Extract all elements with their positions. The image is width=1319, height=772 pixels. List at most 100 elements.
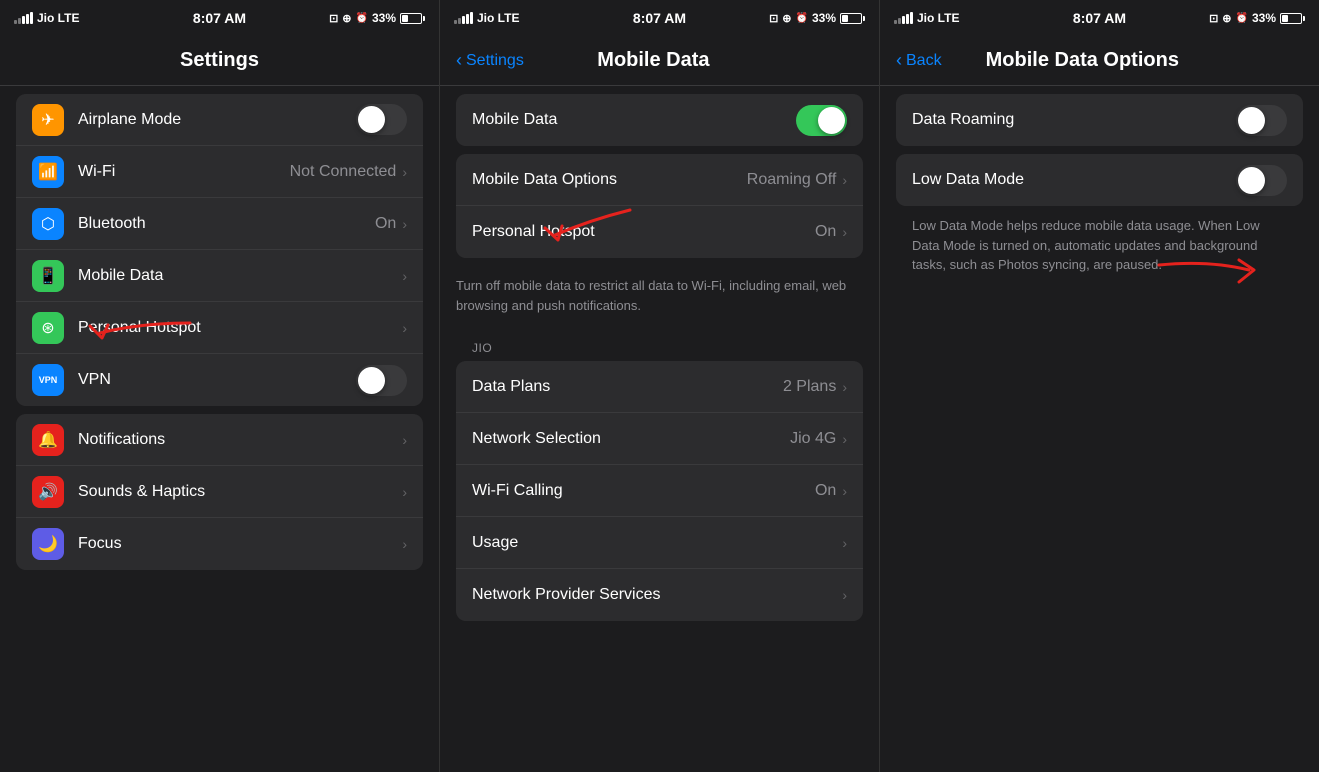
item-value: Jio 4G — [790, 430, 836, 448]
section-group: Data Roaming — [880, 86, 1319, 154]
back-arrow-icon: ‹ — [896, 50, 902, 71]
settings-content: Data Roaming Low Data ModeLow Data Mode h… — [880, 86, 1319, 772]
notification-icon: 🔔 — [32, 424, 64, 456]
page-title: Mobile Data — [524, 49, 783, 72]
vpn-icon: VPN — [32, 364, 64, 396]
section-group: Low Data ModeLow Data Mode helps reduce … — [880, 154, 1319, 297]
list-item[interactable]: Personal HotspotOn› — [456, 206, 863, 258]
toggle-switch[interactable] — [1236, 105, 1287, 136]
status-time: 8:07 AM — [633, 10, 686, 26]
list-item[interactable]: Data Plans2 Plans› — [456, 361, 863, 413]
toggle-switch[interactable] — [796, 105, 847, 136]
chevron-right-icon: › — [842, 587, 847, 603]
back-button[interactable]: ‹Settings — [456, 50, 524, 71]
status-bar: Jio LTE8:07 AM⊡⊕⏰33% — [0, 0, 439, 36]
toggle-switch[interactable] — [356, 365, 407, 396]
page-title: Settings — [96, 49, 343, 72]
description-text: Low Data Mode helps reduce mobile data u… — [896, 206, 1303, 289]
list-item[interactable]: Network Provider Services› — [456, 569, 863, 621]
item-label: Personal Hotspot — [78, 319, 402, 337]
item-label: Focus — [78, 535, 402, 553]
item-group: Mobile Data OptionsRoaming Off›Personal … — [456, 154, 863, 258]
list-item[interactable]: Mobile Data — [456, 94, 863, 146]
item-label: Mobile Data — [472, 111, 796, 129]
car-icon: ⊡ — [769, 12, 778, 25]
list-item[interactable]: Wi-Fi CallingOn › — [456, 465, 863, 517]
chevron-right-icon: › — [842, 535, 847, 551]
section-group: Mobile Data OptionsRoaming Off›Personal … — [440, 154, 879, 266]
list-item[interactable]: ⬡BluetoothOn› — [16, 198, 423, 250]
phone-panel-settings-main: Jio LTE8:07 AM⊡⊕⏰33%Settings✈Airplane Mo… — [0, 0, 440, 772]
mobile-icon: 📱 — [32, 260, 64, 292]
status-left: Jio LTE — [894, 11, 959, 25]
list-item[interactable]: VPNVPN — [16, 354, 423, 406]
toggle-switch[interactable] — [356, 104, 407, 135]
item-value: 2 Plans — [783, 378, 836, 396]
toggle-knob — [818, 107, 845, 134]
phone-panel-mobile-data-options: Jio LTE8:07 AM⊡⊕⏰33%‹BackMobile Data Opt… — [880, 0, 1319, 772]
chevron-right-icon: › — [402, 164, 407, 180]
item-label: Wi-Fi Calling — [472, 482, 815, 500]
list-item[interactable]: 🌙Focus› — [16, 518, 423, 570]
airplane-icon: ✈ — [32, 104, 64, 136]
chevron-right-icon: › — [402, 216, 407, 232]
list-item[interactable]: 📶Wi-FiNot Connected› — [16, 146, 423, 198]
status-time: 8:07 AM — [193, 10, 246, 26]
page-title: Mobile Data Options — [942, 49, 1223, 72]
signal-bars-icon — [14, 12, 33, 24]
toggle-knob — [358, 106, 385, 133]
item-group: 🔔Notifications›🔊Sounds & Haptics›🌙Focus› — [16, 414, 423, 570]
list-item[interactable]: Network SelectionJio 4G› — [456, 413, 863, 465]
bluetooth-icon: ⬡ — [32, 208, 64, 240]
item-label: Data Plans — [472, 378, 783, 396]
toggle-knob — [1238, 167, 1265, 194]
alarm-icon: ⏰ — [796, 13, 808, 24]
item-group: Data Plans2 Plans›Network SelectionJio 4… — [456, 361, 863, 621]
item-label: Usage — [472, 534, 842, 552]
list-item[interactable]: 📱Mobile Data› — [16, 250, 423, 302]
battery-icon — [840, 13, 865, 24]
nav-bar: ‹BackMobile Data Options — [880, 36, 1319, 86]
alarm-icon: ⏰ — [356, 13, 368, 24]
list-item[interactable]: 🔊Sounds & Haptics› — [16, 466, 423, 518]
status-bar: Jio LTE8:07 AM⊡⊕⏰33% — [440, 0, 879, 36]
status-right: ⊡⊕⏰33% — [769, 11, 865, 25]
list-item[interactable]: ⊛Personal Hotspot› — [16, 302, 423, 354]
chevron-right-icon: › — [842, 172, 847, 188]
list-item[interactable]: Usage› — [456, 517, 863, 569]
item-label: Personal Hotspot — [472, 223, 815, 241]
item-label: Mobile Data Options — [472, 171, 747, 189]
item-label: Data Roaming — [912, 111, 1236, 129]
nav-bar: ‹SettingsMobile Data — [440, 36, 879, 86]
item-label: Bluetooth — [78, 215, 375, 233]
status-bar: Jio LTE8:07 AM⊡⊕⏰33% — [880, 0, 1319, 36]
chevron-right-icon: › — [842, 224, 847, 240]
signal-bars-icon — [894, 12, 913, 24]
toggle-knob — [1238, 107, 1265, 134]
back-label: Settings — [466, 52, 524, 70]
item-value: On — [815, 482, 836, 500]
list-item[interactable]: ✈Airplane Mode — [16, 94, 423, 146]
status-time: 8:07 AM — [1073, 10, 1126, 26]
focus-icon: 🌙 — [32, 528, 64, 560]
list-item[interactable]: Low Data Mode — [896, 154, 1303, 206]
alarm-icon: ⏰ — [1236, 13, 1248, 24]
back-button[interactable]: ‹Back — [896, 50, 942, 71]
lock-icon: ⊕ — [1222, 12, 1231, 25]
car-icon: ⊡ — [329, 12, 338, 25]
item-label: Wi-Fi — [78, 163, 290, 181]
lock-icon: ⊕ — [782, 12, 791, 25]
status-right: ⊡⊕⏰33% — [1209, 11, 1305, 25]
wifi-icon: 📶 — [32, 156, 64, 188]
back-arrow-icon: ‹ — [456, 50, 462, 71]
settings-content: ✈Airplane Mode📶Wi-FiNot Connected›⬡Bluet… — [0, 86, 439, 772]
toggle-knob — [358, 367, 385, 394]
list-item[interactable]: Data Roaming — [896, 94, 1303, 146]
item-value: Roaming Off — [747, 171, 837, 189]
list-item[interactable]: Mobile Data OptionsRoaming Off › — [456, 154, 863, 206]
battery-icon — [400, 13, 425, 24]
carrier-label: Jio LTE — [37, 11, 79, 25]
toggle-switch[interactable] — [1236, 165, 1287, 196]
list-item[interactable]: 🔔Notifications› — [16, 414, 423, 466]
chevron-right-icon: › — [842, 483, 847, 499]
